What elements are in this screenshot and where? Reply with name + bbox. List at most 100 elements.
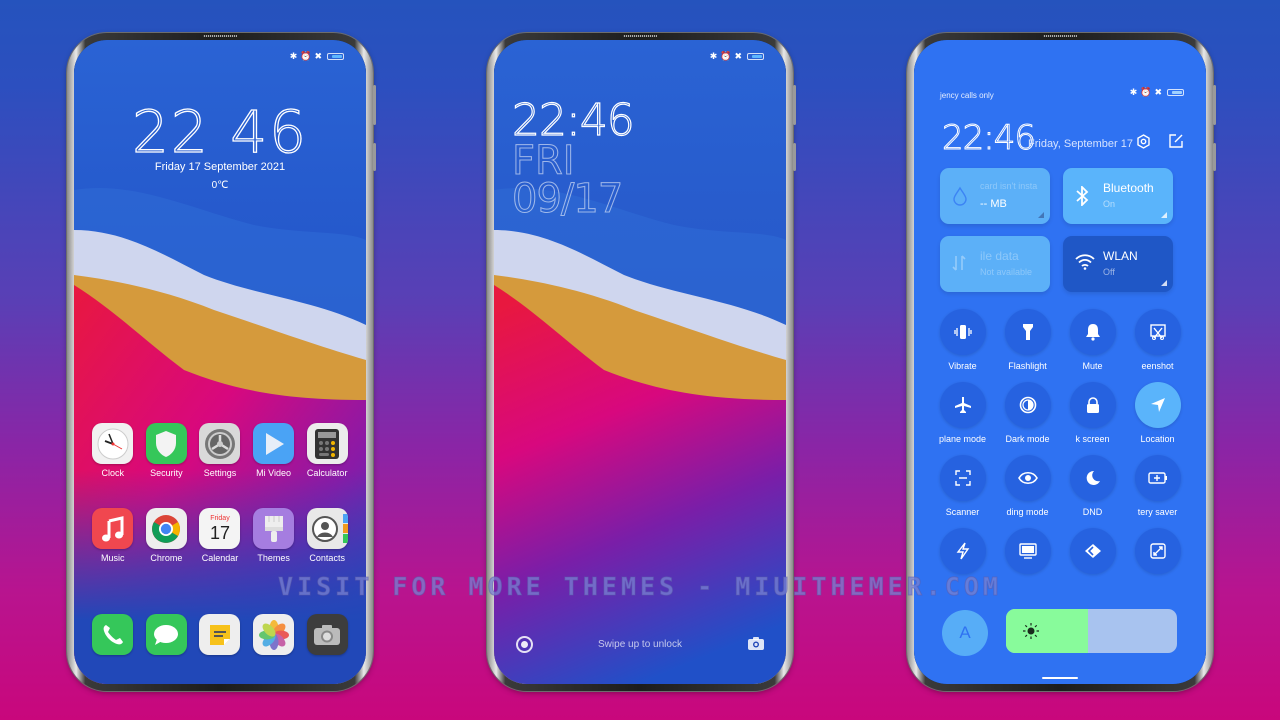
- app-row-2: Music Chrome Friday 17 Calendar Themes C…: [86, 508, 354, 563]
- toggle-label: k screen: [1075, 434, 1110, 444]
- volume-button: [373, 85, 376, 125]
- tile-subtitle: Not available: [980, 267, 1033, 277]
- toggle-scanner[interactable]: Scanner: [930, 455, 995, 517]
- tile-title: WLAN: [1103, 249, 1138, 263]
- clock-hours: 22: [131, 97, 210, 166]
- alarm-icon: ⏰: [720, 51, 732, 61]
- toggle-lock-screen[interactable]: k screen: [1060, 382, 1125, 444]
- scanner-icon: [939, 455, 986, 501]
- edit-icon[interactable]: [1169, 134, 1183, 153]
- dock-notes[interactable]: [193, 614, 247, 655]
- tile-subtitle: -- MB: [980, 198, 1007, 210]
- app-label: Music: [101, 553, 125, 563]
- app-music[interactable]: Music: [86, 508, 140, 563]
- brightness-slider[interactable]: [1006, 609, 1177, 653]
- bluetooth-icon: ✱: [1129, 87, 1138, 97]
- toggle-label: tery saver: [1137, 507, 1178, 517]
- moon-icon: [1069, 455, 1116, 501]
- toggle-fullscreen[interactable]: [1125, 528, 1190, 580]
- dock-messages[interactable]: [140, 614, 194, 655]
- water-drop-icon: [952, 186, 968, 211]
- app-label: Clock: [101, 468, 125, 478]
- battery-icon: [1167, 89, 1184, 96]
- toggle-label: Dark mode: [1005, 434, 1050, 444]
- tile-subtitle: Off: [1103, 267, 1115, 277]
- lock-date: 09/17: [511, 176, 623, 223]
- message-icon: [145, 614, 187, 655]
- swipe-unlock-hint[interactable]: Swipe up to unlock: [494, 639, 786, 650]
- alarm-icon: ⏰: [1140, 87, 1152, 97]
- airplane-icon: [939, 382, 986, 428]
- tile-subtitle: On: [1103, 199, 1116, 209]
- app-calculator[interactable]: Calculator: [300, 423, 354, 478]
- bluetooth-icon: ✱: [289, 51, 298, 61]
- location-arrow-icon: [1134, 382, 1181, 428]
- tile-wlan[interactable]: WLAN Off: [1063, 236, 1173, 292]
- power-button: [373, 143, 376, 171]
- power-button: [793, 143, 796, 171]
- toggle-label: Mute: [1082, 361, 1103, 371]
- auto-brightness-button[interactable]: A: [942, 610, 988, 656]
- app-label: Themes: [257, 553, 290, 563]
- camera-icon: [306, 614, 348, 655]
- toggle-vibrate[interactable]: Vibrate: [930, 309, 995, 371]
- tile-data-usage[interactable]: card isn't insta -- MB: [940, 168, 1050, 224]
- shield-icon: [145, 423, 187, 464]
- phone-icon: [92, 614, 134, 655]
- toggle-dnd[interactable]: DND: [1060, 455, 1125, 517]
- app-calendar[interactable]: Friday 17 Calendar: [193, 508, 247, 563]
- volume-button: [1213, 85, 1216, 125]
- toggle-mute[interactable]: Mute: [1060, 309, 1125, 371]
- home-indicator[interactable]: [1042, 677, 1078, 679]
- tile-title: Bluetooth: [1103, 181, 1154, 195]
- app-contacts[interactable]: Contacts: [300, 508, 354, 563]
- toggle-label: Scanner: [945, 507, 980, 517]
- camera-shortcut-icon[interactable]: [748, 637, 764, 655]
- lock-bottom-bar: Swipe up to unlock: [494, 634, 786, 656]
- power-button: [1213, 143, 1216, 171]
- bluetooth-icon: ✱: [709, 51, 718, 61]
- tile-bluetooth[interactable]: Bluetooth On: [1063, 168, 1173, 224]
- app-settings[interactable]: Settings: [193, 423, 247, 478]
- lock-icon: [1069, 382, 1116, 428]
- vibrate-icon: [939, 309, 986, 355]
- nearby-share-icon: [1069, 528, 1116, 574]
- dock-photos[interactable]: [247, 614, 301, 655]
- clock-widget[interactable]: 22 46: [74, 97, 366, 166]
- app-security[interactable]: Security: [140, 423, 194, 478]
- notes-icon: [199, 614, 241, 655]
- toggle-dark-mode[interactable]: Dark mode: [995, 382, 1060, 444]
- flashlight-icon: [1004, 309, 1051, 355]
- cc-date: Friday, September 17: [1028, 138, 1133, 150]
- toggle-location[interactable]: Location: [1125, 382, 1190, 444]
- app-mi-video[interactable]: Mi Video: [247, 423, 301, 478]
- wifi-icon: [1075, 254, 1095, 275]
- eye-icon: [1004, 455, 1051, 501]
- app-clock[interactable]: Clock: [86, 423, 140, 478]
- bluetooth-icon: [1075, 184, 1089, 211]
- settings-gear-icon[interactable]: [1136, 134, 1151, 154]
- toggle-battery-saver[interactable]: tery saver: [1125, 455, 1190, 517]
- date-label: Friday 17 September 2021: [154, 161, 286, 173]
- dock-camera[interactable]: [300, 614, 354, 655]
- cast-screen-icon: [1004, 528, 1051, 574]
- gear-icon: [199, 423, 241, 464]
- app-label: Calculator: [306, 468, 348, 478]
- no-sim-icon: ✖: [1154, 87, 1162, 97]
- play-icon: [253, 423, 295, 464]
- toggle-airplane-mode[interactable]: plane mode: [930, 382, 995, 444]
- app-themes[interactable]: Themes: [247, 508, 301, 563]
- battery-saver-icon: [1134, 455, 1181, 501]
- screenshot-icon: [1134, 309, 1181, 355]
- toggle-flashlight[interactable]: Flashlight: [995, 309, 1060, 371]
- toggle-nearby-share[interactable]: [1060, 528, 1125, 580]
- toggle-screenshot[interactable]: eenshot: [1125, 309, 1190, 371]
- toggle-reading-mode[interactable]: ding mode: [995, 455, 1060, 517]
- tile-mobile-data[interactable]: ile data Not available: [940, 236, 1050, 292]
- app-chrome[interactable]: Chrome: [140, 508, 194, 563]
- battery-icon: [747, 53, 764, 60]
- quick-toggles: Vibrate Flashlight Mute eenshot plane mo…: [930, 309, 1190, 580]
- dock-phone[interactable]: [86, 614, 140, 655]
- mobile-data-icon: [952, 254, 966, 277]
- tile-title: card isn't insta: [980, 181, 1038, 191]
